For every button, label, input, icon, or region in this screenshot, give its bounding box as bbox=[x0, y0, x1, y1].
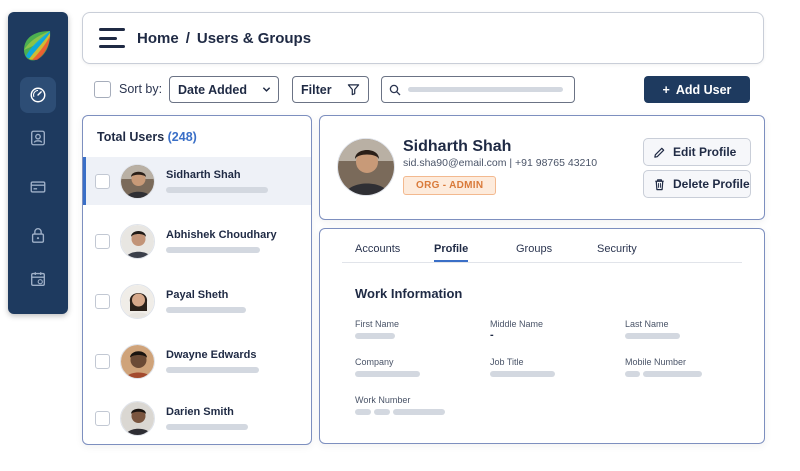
job-title-placeholder bbox=[490, 371, 555, 377]
user-detail-placeholder bbox=[166, 187, 268, 193]
last-name-placeholder bbox=[625, 333, 680, 339]
company-placeholder bbox=[355, 371, 420, 377]
user-name: Payal Sheth bbox=[166, 289, 229, 301]
tab-profile[interactable]: Profile bbox=[434, 243, 469, 262]
last-name-label: Last Name bbox=[625, 319, 669, 329]
plus-icon: + bbox=[662, 82, 670, 97]
list-item[interactable]: Darien Smith bbox=[83, 394, 311, 442]
row-checkbox[interactable] bbox=[95, 294, 110, 309]
avatar bbox=[120, 344, 155, 379]
middle-name-value: - bbox=[490, 329, 494, 341]
user-name: Darien Smith bbox=[166, 406, 234, 418]
delete-profile-button[interactable]: Delete Profile bbox=[643, 170, 751, 198]
card-icon[interactable] bbox=[20, 169, 56, 205]
profile-name: Sidharth Shah bbox=[403, 138, 512, 155]
dashboard-icon[interactable] bbox=[20, 77, 56, 113]
tab-accounts[interactable]: Accounts bbox=[355, 243, 400, 260]
avatar bbox=[120, 284, 155, 319]
edit-profile-button[interactable]: Edit Profile bbox=[643, 138, 751, 166]
company-label: Company bbox=[355, 357, 394, 367]
avatar bbox=[120, 164, 155, 199]
mobile-number-label: Mobile Number bbox=[625, 357, 687, 367]
list-item[interactable]: Abhishek Choudhary bbox=[83, 217, 311, 265]
select-all-checkbox[interactable] bbox=[94, 81, 111, 98]
first-name-label: First Name bbox=[355, 319, 400, 329]
mobile-number-placeholder bbox=[643, 371, 702, 377]
add-user-label: Add User bbox=[675, 82, 732, 97]
work-number-label: Work Number bbox=[355, 395, 411, 405]
avatar bbox=[337, 138, 395, 196]
row-checkbox[interactable] bbox=[95, 234, 110, 249]
filter-button[interactable]: Filter bbox=[292, 76, 369, 103]
breadcrumb-home[interactable]: Home bbox=[137, 30, 179, 47]
toolbar: Sort by: Date Added Filter + Add User bbox=[94, 76, 800, 104]
user-name: Abhishek Choudhary bbox=[166, 229, 277, 241]
user-detail-placeholder bbox=[166, 367, 259, 373]
work-area-placeholder bbox=[374, 409, 390, 415]
users-title: Total Users (248) bbox=[97, 130, 197, 144]
breadcrumb-current: Users & Groups bbox=[196, 29, 312, 47]
users-title-text: Total Users bbox=[97, 130, 165, 144]
avatar bbox=[120, 224, 155, 259]
logo-icon[interactable] bbox=[20, 28, 56, 64]
delete-profile-label: Delete Profile bbox=[673, 177, 750, 191]
edit-profile-label: Edit Profile bbox=[673, 145, 737, 159]
tab-security[interactable]: Security bbox=[597, 243, 637, 260]
list-item[interactable]: Payal Sheth bbox=[83, 277, 311, 325]
calendar-icon[interactable] bbox=[20, 261, 56, 297]
user-profile-icon[interactable] bbox=[20, 120, 56, 156]
row-checkbox[interactable] bbox=[95, 174, 110, 189]
pencil-icon bbox=[654, 147, 665, 158]
search-input[interactable] bbox=[381, 76, 575, 103]
work-code-placeholder bbox=[355, 409, 371, 415]
user-name: Dwayne Edwards bbox=[166, 349, 257, 361]
work-number-placeholder bbox=[393, 409, 445, 415]
sort-select[interactable]: Date Added bbox=[169, 76, 279, 103]
user-name: Sidharth Shah bbox=[166, 169, 241, 181]
search-icon bbox=[389, 84, 401, 96]
user-detail-placeholder bbox=[166, 307, 246, 313]
detail-tabs: Accounts Profile Groups Security bbox=[342, 241, 742, 263]
top-header: Home / Users & Groups bbox=[82, 12, 764, 64]
search-placeholder-bar bbox=[408, 87, 563, 92]
add-user-button[interactable]: + Add User bbox=[644, 76, 750, 103]
row-checkbox[interactable] bbox=[95, 411, 110, 426]
job-title-label: Job Title bbox=[490, 357, 524, 367]
sort-by-label: Sort by: bbox=[119, 82, 163, 96]
chevron-down-icon bbox=[262, 87, 271, 92]
filter-label: Filter bbox=[301, 82, 332, 97]
role-badge: ORG - ADMIN bbox=[403, 176, 497, 195]
details-card: Accounts Profile Groups Security Work In… bbox=[319, 228, 765, 444]
breadcrumb: Home / Users & Groups bbox=[137, 30, 311, 47]
users-count: (248) bbox=[167, 130, 197, 144]
user-detail-placeholder bbox=[166, 247, 260, 253]
row-checkbox[interactable] bbox=[95, 354, 110, 369]
sidebar bbox=[8, 12, 68, 314]
profile-contact: sid.sha90@email.com | +91 98765 43210 bbox=[403, 157, 598, 169]
mobile-code-placeholder bbox=[625, 371, 640, 377]
avatar bbox=[120, 401, 155, 436]
list-item[interactable]: Sidharth Shah bbox=[83, 157, 311, 205]
tab-groups[interactable]: Groups bbox=[516, 243, 552, 260]
menu-icon[interactable] bbox=[99, 28, 125, 48]
section-title: Work Information bbox=[355, 286, 463, 301]
filter-icon bbox=[347, 84, 360, 96]
sort-select-value: Date Added bbox=[178, 82, 247, 97]
lock-icon[interactable] bbox=[20, 217, 56, 253]
profile-card: Sidharth Shah sid.sha90@email.com | +91 … bbox=[319, 115, 765, 220]
breadcrumb-separator: / bbox=[185, 29, 190, 47]
middle-name-label: Middle Name bbox=[490, 319, 544, 329]
list-item[interactable]: Dwayne Edwards bbox=[83, 337, 311, 385]
user-detail-placeholder bbox=[166, 424, 248, 430]
trash-icon bbox=[655, 178, 664, 190]
first-name-placeholder bbox=[355, 333, 395, 339]
users-panel: Total Users (248) Sidharth Shah Abhishek… bbox=[82, 115, 312, 445]
